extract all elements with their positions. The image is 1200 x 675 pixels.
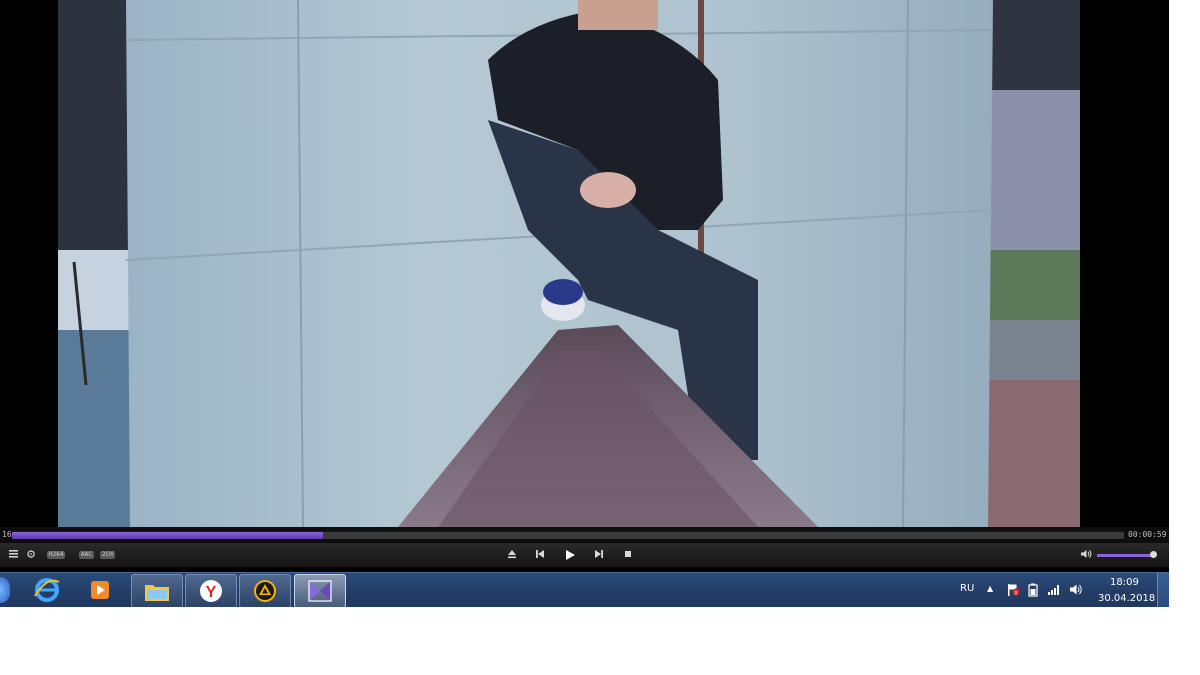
- volume-slider-level: [1097, 554, 1155, 557]
- seek-bar-row: 16 00:00:59: [0, 527, 1169, 543]
- stop-icon[interactable]: [622, 549, 634, 563]
- seek-bar[interactable]: [12, 531, 1124, 539]
- total-duration: 00:00:59: [1128, 530, 1167, 539]
- taskbar-internet-explorer[interactable]: [22, 574, 72, 606]
- video-player-icon: [308, 580, 332, 602]
- codec-badge-audio: AAC: [79, 551, 94, 559]
- control-bar: ⚙ H264 AAC 2CH: [0, 543, 1169, 567]
- action-center-flag-icon[interactable]: x: [1006, 583, 1020, 599]
- next-track-icon[interactable]: [593, 549, 605, 563]
- taskbar-yandex-browser[interactable]: Y: [185, 574, 237, 607]
- volume-speaker-icon[interactable]: [1079, 549, 1093, 563]
- taskbar-video-player[interactable]: [294, 574, 346, 607]
- volume-icon[interactable]: [1069, 583, 1083, 599]
- video-picture: [58, 0, 1080, 527]
- play-icon[interactable]: [563, 549, 577, 565]
- volume-slider-handle[interactable]: [1150, 551, 1158, 558]
- player-window: 16 00:00:59 ⚙ H264 AAC 2CH Y RU ▲ x 18:0…: [0, 0, 1169, 607]
- playlist-icon[interactable]: [8, 549, 18, 562]
- previous-track-icon[interactable]: [534, 549, 546, 563]
- clock-time[interactable]: 18:09: [1110, 577, 1139, 588]
- folder-icon: [145, 585, 169, 601]
- seek-bar-progress: [12, 532, 324, 539]
- elapsed-time: 16: [2, 530, 12, 539]
- network-signal-icon[interactable]: [1047, 584, 1061, 599]
- svg-text:Y: Y: [206, 584, 217, 601]
- eject-icon[interactable]: [506, 549, 518, 563]
- yandex-browser-icon: Y: [200, 580, 222, 602]
- show-hidden-icons-arrow[interactable]: ▲: [987, 584, 993, 593]
- internet-explorer-icon: [34, 578, 60, 602]
- codec-badge-video: H264: [47, 551, 66, 559]
- svg-text:x: x: [1014, 589, 1018, 596]
- video-frame[interactable]: [58, 0, 1080, 527]
- codec-badge-channels: 2CH: [100, 551, 115, 559]
- windows-taskbar: Y RU ▲ x 18:09 30.04.2018: [0, 572, 1169, 607]
- show-desktop-button[interactable]: [1157, 573, 1169, 607]
- volume-slider[interactable]: [1097, 551, 1158, 558]
- aimp-icon: [254, 580, 276, 602]
- taskbar-media-player[interactable]: [75, 574, 125, 606]
- settings-gear-icon[interactable]: ⚙: [25, 549, 37, 561]
- clock-date[interactable]: 30.04.2018: [1098, 593, 1155, 604]
- taskbar-aimp[interactable]: [239, 574, 291, 607]
- taskbar-file-explorer[interactable]: [131, 574, 183, 607]
- language-indicator[interactable]: RU: [960, 583, 974, 594]
- start-orb-icon[interactable]: [0, 577, 10, 603]
- media-player-icon: [91, 581, 109, 599]
- battery-icon[interactable]: [1027, 583, 1039, 600]
